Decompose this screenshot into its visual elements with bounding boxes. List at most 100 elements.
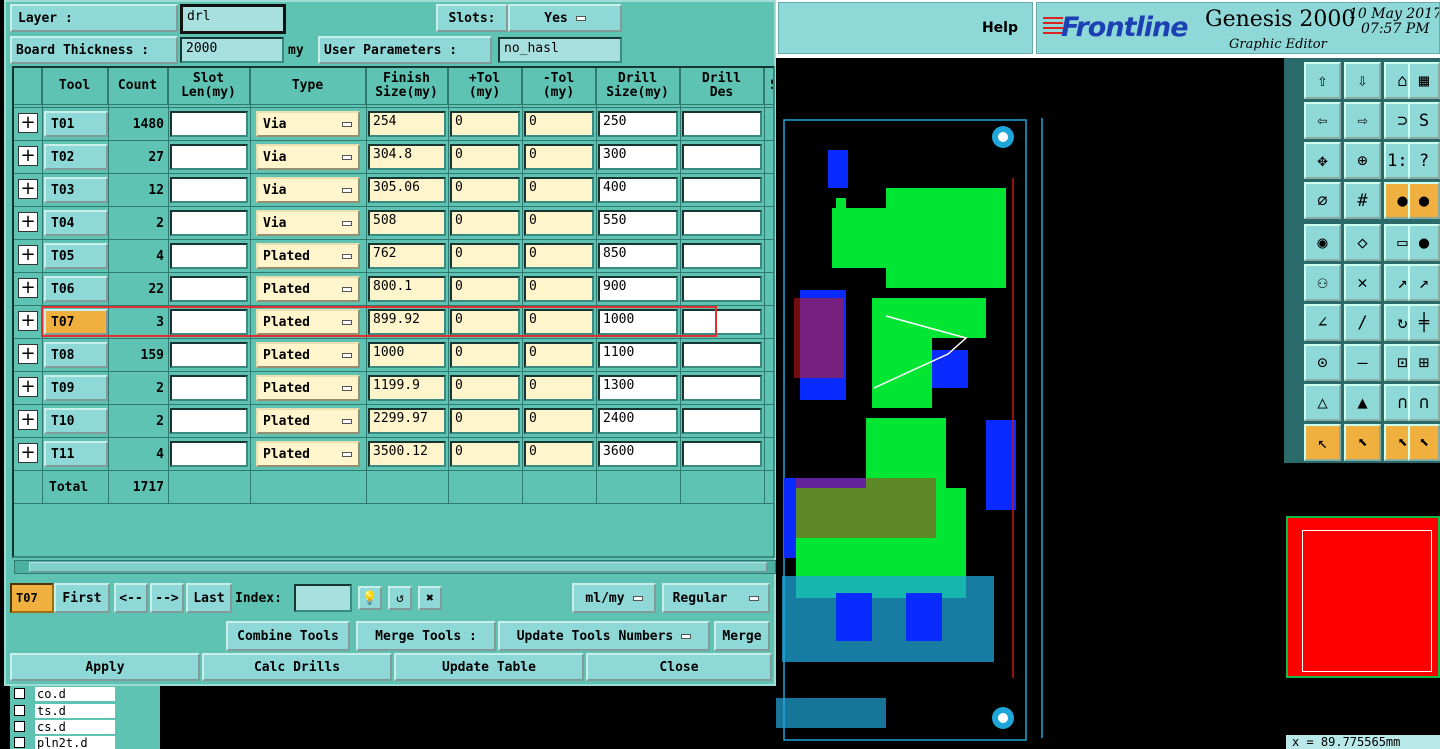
table-row[interactable]: + T04 2 Via 508 0 0 550 [14, 207, 773, 240]
minus-tol-input[interactable]: 0 [524, 177, 594, 203]
plus-tol-input[interactable]: 0 [450, 375, 520, 401]
tool-name-button[interactable]: T05 [44, 243, 108, 269]
units-dropdown[interactable]: ml/my [572, 583, 656, 613]
layer-checkbox[interactable] [14, 688, 25, 699]
layer-checkbox[interactable] [14, 737, 25, 748]
zoom-fit-icon[interactable]: ✥ [1304, 142, 1341, 179]
scrollbar-thumb[interactable] [29, 562, 767, 572]
finish-size-input[interactable]: 1199.9 [368, 375, 446, 401]
table-row[interactable]: + T09 2 Plated 1199.9 0 0 1300 [14, 372, 773, 405]
drill-des-input[interactable] [682, 342, 762, 368]
next-button[interactable]: --> [150, 583, 184, 613]
finish-size-input[interactable]: 1000 [368, 342, 446, 368]
expand-plus-icon[interactable]: + [18, 311, 38, 331]
layer-item[interactable]: ts.d [14, 703, 138, 718]
type-dropdown[interactable]: Via [256, 144, 360, 170]
drill-size-input[interactable]: 1100 [598, 342, 678, 368]
move-left-icon[interactable]: ⇦ [1304, 102, 1341, 139]
plus-tol-input[interactable]: 0 [450, 210, 520, 236]
type-dropdown[interactable]: Via [256, 111, 360, 137]
finish-size-input[interactable]: 899.92 [368, 309, 446, 335]
table-row[interactable]: + T02 27 Via 304.8 0 0 300 [14, 141, 773, 174]
tool-name-button[interactable]: T03 [44, 177, 108, 203]
drill-size-input[interactable]: 550 [598, 210, 678, 236]
drill-size-input[interactable]: 1300 [598, 375, 678, 401]
cluster-icon[interactable]: ⊞ [1408, 344, 1440, 381]
drill-des-input[interactable] [682, 276, 762, 302]
tool-name-button[interactable]: T02 [44, 144, 108, 170]
drill-des-input[interactable] [682, 243, 762, 269]
slot-length-input[interactable] [170, 243, 248, 269]
plus-tol-input[interactable]: 0 [450, 177, 520, 203]
update-tools-numbers-dropdown[interactable]: Update Tools Numbers [498, 621, 710, 651]
expand-plus-icon[interactable]: + [18, 443, 38, 463]
drill-size-input[interactable]: 1000 [598, 309, 678, 335]
plus-tol-input[interactable]: 0 [450, 144, 520, 170]
minus-tol-input[interactable]: 0 [524, 408, 594, 434]
type-dropdown[interactable]: Via [256, 210, 360, 236]
table-row[interactable]: + T01 1480 Via 254 0 0 250 [14, 108, 773, 141]
plus-tol-input[interactable]: 0 [450, 441, 520, 467]
tool-name-button[interactable]: T04 [44, 210, 108, 236]
index-input[interactable] [294, 584, 352, 612]
mode-dropdown[interactable]: Regular [662, 583, 770, 613]
drill-size-input[interactable]: 250 [598, 111, 678, 137]
table-row[interactable]: + T03 12 Via 305.06 0 0 400 [14, 174, 773, 207]
minus-tol-input[interactable]: 0 [524, 309, 594, 335]
finish-size-input[interactable]: 304.8 [368, 144, 446, 170]
expand-plus-icon[interactable]: + [18, 146, 38, 166]
move-down-icon[interactable]: ⇩ [1344, 62, 1381, 99]
expand-plus-icon[interactable]: + [18, 245, 38, 265]
slot-length-input[interactable] [170, 342, 248, 368]
board-thickness-input[interactable]: 2000 [180, 37, 284, 63]
type-dropdown[interactable]: Plated [256, 276, 360, 302]
lightbulb-icon[interactable]: 💡 [358, 586, 382, 610]
tool-name-button[interactable]: T01 [44, 111, 108, 137]
table-row[interactable]: + T08 159 Plated 1000 0 0 1100 [14, 339, 773, 372]
horizontal-scrollbar[interactable] [14, 560, 776, 574]
drill-size-input[interactable]: 300 [598, 144, 678, 170]
angle-icon[interactable]: ∠ [1304, 304, 1341, 341]
minus-tol-input[interactable]: 0 [524, 144, 594, 170]
expand-plus-icon[interactable]: + [18, 377, 38, 397]
help-query-icon[interactable]: ? [1408, 142, 1440, 179]
select-net-icon[interactable]: ⬉ [1408, 424, 1440, 461]
refresh-icon[interactable]: ↺ [388, 586, 412, 610]
delete-icon[interactable]: ✖ [418, 586, 442, 610]
slot-length-input[interactable] [170, 144, 248, 170]
plus-tol-input[interactable]: 0 [450, 276, 520, 302]
type-dropdown[interactable]: Plated [256, 342, 360, 368]
slot-length-input[interactable] [170, 309, 248, 335]
drill-des-input[interactable] [682, 441, 762, 467]
plus-tol-input[interactable]: 0 [450, 309, 520, 335]
drill-des-input[interactable] [682, 408, 762, 434]
pointer-icon[interactable]: ↖ [1304, 424, 1341, 461]
slot-length-input[interactable] [170, 441, 248, 467]
user-parameters-input[interactable]: no_hasl [498, 37, 622, 63]
slot-length-input[interactable] [170, 276, 248, 302]
drill-des-input[interactable] [682, 309, 762, 335]
slots-dropdown[interactable]: Yes [508, 4, 622, 32]
pad-icon[interactable]: ◉ [1304, 224, 1341, 261]
minus-tol-input[interactable]: 0 [524, 342, 594, 368]
layer-item[interactable]: pln2t.d [14, 735, 138, 749]
move-right-icon[interactable]: ⇨ [1344, 102, 1381, 139]
expand-plus-icon[interactable]: + [18, 212, 38, 232]
line-blue-icon[interactable]: ↗ [1408, 264, 1440, 301]
drill-des-input[interactable] [682, 177, 762, 203]
split-icon[interactable]: ╪ [1408, 304, 1440, 341]
finish-size-input[interactable]: 508 [368, 210, 446, 236]
merge-button[interactable]: Merge [714, 621, 770, 651]
layer-input[interactable]: drl [180, 4, 286, 34]
tool-name-button[interactable]: T06 [44, 276, 108, 302]
table-row[interactable]: + T07 3 Plated 899.92 0 0 1000 [14, 306, 773, 339]
drill-des-input[interactable] [682, 210, 762, 236]
finish-size-input[interactable]: 762 [368, 243, 446, 269]
type-dropdown[interactable]: Plated [256, 441, 360, 467]
expand-plus-icon[interactable]: + [18, 113, 38, 133]
rect-edit-icon[interactable]: ◇ [1344, 224, 1381, 261]
expand-plus-icon[interactable]: + [18, 410, 38, 430]
snake-icon[interactable]: S [1408, 102, 1440, 139]
layer-checkbox[interactable] [14, 721, 25, 732]
close-button[interactable]: Close [586, 653, 772, 681]
